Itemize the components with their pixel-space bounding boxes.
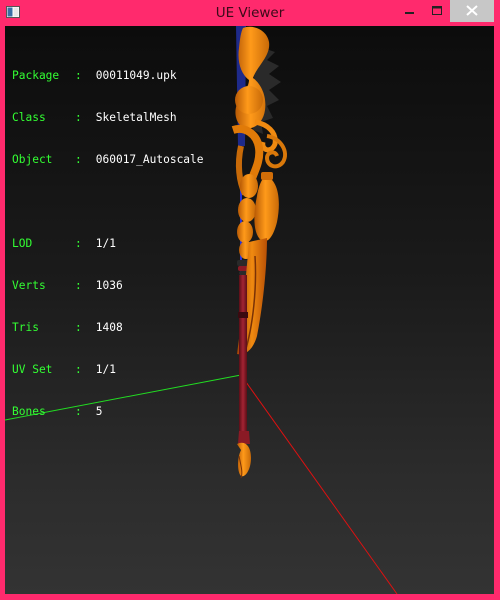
bones-separator: : — [75, 405, 82, 418]
bones-label: Bones — [12, 405, 46, 418]
info-row-uvset: UV Set:1/1 — [12, 363, 204, 377]
app-window: UE Viewer Package: 00011049.upk Class:… — [0, 0, 500, 600]
tris-label: Tris — [12, 321, 39, 334]
lod-value: 1/1 — [95, 237, 116, 250]
class-separator: : — [75, 111, 82, 124]
verts-value: 1036 — [95, 279, 123, 292]
info-row-class: Class: SkeletalMesh — [12, 111, 204, 125]
tris-value: 1408 — [95, 321, 123, 334]
uvset-value: 1/1 — [95, 363, 116, 376]
mesh-info-panel: Package:00011049.upk Class: SkeletalMesh … — [12, 41, 204, 447]
minimize-icon — [405, 12, 414, 14]
skeletal-mesh — [231, 26, 287, 479]
package-label: Package — [12, 69, 60, 82]
minimize-button[interactable] — [396, 0, 423, 22]
verts-label: Verts — [12, 279, 46, 292]
3d-viewport[interactable]: Package:00011049.upk Class: SkeletalMesh … — [5, 26, 494, 594]
class-value: SkeletalMesh — [95, 111, 177, 124]
class-label: Class — [12, 111, 46, 124]
uvset-separator: : — [75, 363, 82, 376]
info-row-tris: Tris:1408 — [12, 321, 204, 335]
title-bar[interactable]: UE Viewer — [0, 0, 500, 26]
maximize-button[interactable] — [423, 0, 450, 22]
close-button[interactable] — [450, 0, 494, 22]
lod-separator: : — [75, 237, 82, 250]
axis-x-line — [240, 374, 398, 594]
package-separator: : — [75, 69, 82, 82]
info-row-package: Package:00011049.upk — [12, 69, 204, 83]
info-row-lod: LOD:1/1 — [12, 237, 204, 251]
info-row-object: Object:060017_Autoscale — [12, 153, 204, 167]
package-value: 00011049.upk — [95, 69, 177, 82]
close-icon — [466, 5, 478, 16]
uvset-label: UV Set — [12, 363, 53, 376]
info-row-bones: Bones:5 — [12, 405, 204, 419]
lod-label: LOD — [12, 237, 33, 250]
verts-separator: : — [75, 279, 82, 292]
maximize-icon — [432, 6, 442, 15]
tris-separator: : — [75, 321, 82, 334]
object-label: Object — [12, 153, 53, 166]
object-value: 060017_Autoscale — [95, 153, 204, 166]
info-row-verts: Verts:1036 — [12, 279, 204, 293]
object-separator: : — [75, 153, 82, 166]
bones-value: 5 — [95, 405, 103, 418]
